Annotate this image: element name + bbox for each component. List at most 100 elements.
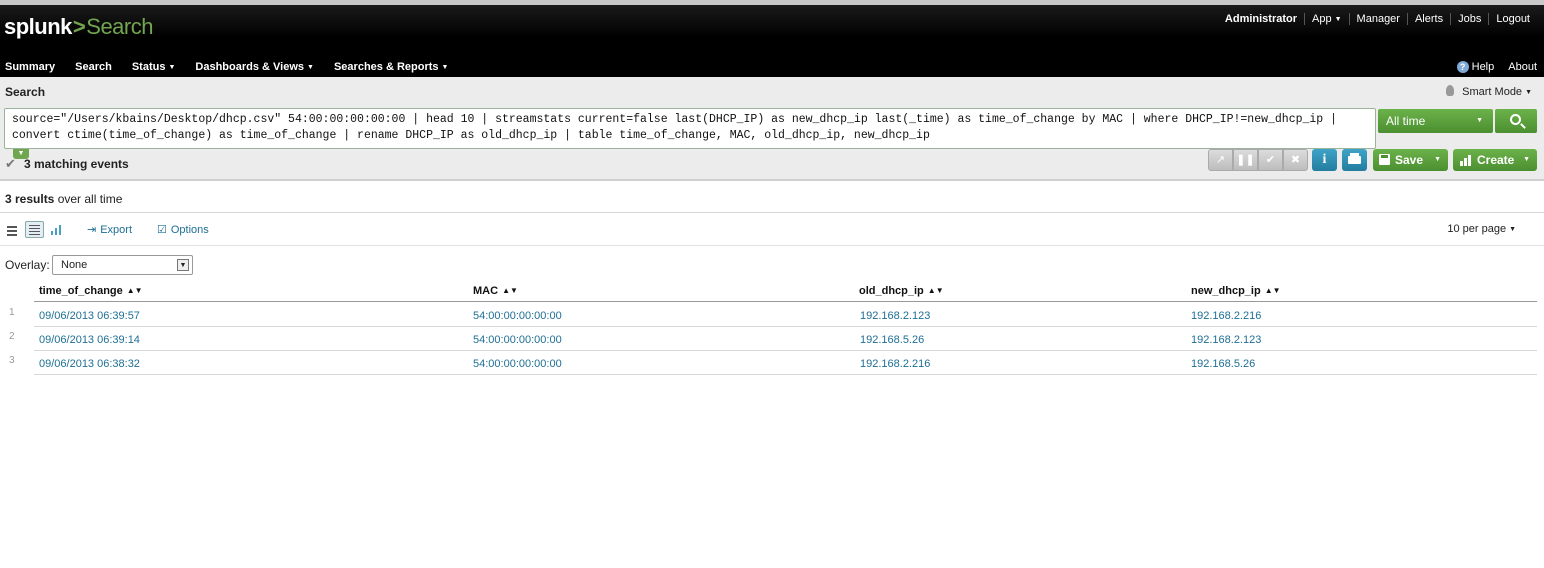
- logout-link[interactable]: Logout: [1488, 13, 1537, 25]
- nav-searches-label: Searches & Reports: [333, 61, 439, 73]
- cell-new-dhcp-ip[interactable]: 192.168.2.216: [1191, 310, 1261, 322]
- search-mode-selector[interactable]: Smart Mode ▼: [1446, 85, 1532, 98]
- sort-icon: ▲▼: [927, 286, 944, 295]
- save-button[interactable]: Save ▼: [1373, 149, 1448, 171]
- column-header-new-dhcp-ip[interactable]: new_dhcp_ip ▲▼: [1191, 285, 1281, 297]
- cell-new-dhcp-ip[interactable]: 192.168.5.26: [1191, 358, 1255, 370]
- search-query-input[interactable]: source="/Users/kbains/Desktop/dhcp.csv" …: [4, 108, 1376, 149]
- column-header-label: MAC: [473, 285, 499, 297]
- per-page-selector[interactable]: 10 per page ▼: [1447, 223, 1516, 235]
- cell-mac[interactable]: 54:00:00:00:00:00: [473, 334, 562, 346]
- edit-checkbox-icon: ☑: [157, 224, 167, 236]
- table-view-icon[interactable]: [25, 221, 44, 238]
- per-page-label: 10 per page: [1447, 223, 1507, 235]
- export-icon: ⇥: [87, 224, 97, 236]
- chevron-down-icon: ▼: [307, 63, 314, 71]
- brand-separator: >: [72, 14, 86, 39]
- cell-mac[interactable]: 54:00:00:00:00:00: [473, 358, 562, 370]
- options-link[interactable]: ☑ Options: [157, 223, 209, 236]
- export-label: Export: [100, 224, 133, 236]
- cell-new-dhcp-ip[interactable]: 192.168.2.123: [1191, 334, 1261, 346]
- sort-icon: ▲▼: [126, 286, 143, 295]
- nav-status-label: Status: [131, 61, 166, 73]
- chart-view-icon[interactable]: [49, 222, 67, 238]
- checkmark-icon: ✔: [5, 156, 16, 171]
- column-header-label: old_dhcp_ip: [859, 285, 924, 297]
- cell-time-of-change[interactable]: 09/06/2013 06:38:32: [39, 358, 140, 370]
- save-label: Save: [1395, 153, 1424, 167]
- nav-search[interactable]: Search: [75, 61, 112, 73]
- cancel-button[interactable]: ✖: [1283, 149, 1308, 171]
- search-button[interactable]: [1495, 109, 1537, 133]
- chevron-down-icon: ▼: [177, 259, 189, 271]
- cell-old-dhcp-ip[interactable]: 192.168.2.216: [860, 358, 930, 370]
- nav-searches-reports[interactable]: Searches & Reports ▼: [334, 61, 448, 73]
- row-number: 2: [9, 331, 15, 342]
- administrator-link[interactable]: Administrator: [1218, 13, 1304, 25]
- bar-chart-icon: [1460, 155, 1472, 166]
- job-controls: ↗ ❚❚ ✔ ✖: [1208, 149, 1308, 171]
- print-button[interactable]: [1342, 149, 1367, 171]
- results-summary: 3 results over all time: [5, 192, 122, 206]
- finalize-button[interactable]: ✔: [1258, 149, 1283, 171]
- cell-time-of-change[interactable]: 09/06/2013 06:39:14: [39, 334, 140, 346]
- create-button[interactable]: Create ▼: [1453, 149, 1537, 171]
- cell-old-dhcp-ip[interactable]: 192.168.5.26: [860, 334, 924, 346]
- results-toolbar: ⇥ Export ☑ Options 10 per page ▼: [0, 219, 1544, 241]
- nav-right: ? Help About: [1443, 61, 1537, 73]
- column-header-label: time_of_change: [39, 285, 123, 297]
- column-header-mac[interactable]: MAC ▲▼: [473, 285, 518, 297]
- list-view-icon[interactable]: [5, 222, 23, 238]
- results-range: over all time: [54, 192, 123, 206]
- app-menu[interactable]: App ▼: [1304, 13, 1349, 25]
- chevron-down-icon: ▼: [441, 63, 449, 71]
- search-panel: Search Smart Mode ▼ source="/Users/kbains…: [0, 77, 1544, 181]
- job-status-row: ✔ ▼ 3 matching events ↗ ❚❚ ✔ ✖ i Save ▼ …: [0, 149, 1544, 179]
- create-label: Create: [1477, 153, 1515, 167]
- jobs-link[interactable]: Jobs: [1450, 13, 1488, 25]
- column-header-label: new_dhcp_ip: [1191, 285, 1261, 297]
- search-mode-label: Smart Mode: [1462, 86, 1523, 98]
- chevron-down-icon: ▼: [1525, 88, 1532, 96]
- nav-summary[interactable]: Summary: [5, 61, 55, 73]
- time-range-picker[interactable]: All time ▼: [1378, 109, 1493, 133]
- nav-dashboards-views[interactable]: Dashboards & Views ▼: [195, 61, 314, 73]
- cell-old-dhcp-ip[interactable]: 192.168.2.123: [860, 310, 930, 322]
- table-row: 3 09/06/2013 06:38:32 54:00:00:00:00:00 …: [0, 351, 1544, 375]
- results-count: 3 results: [5, 192, 55, 206]
- cell-time-of-change[interactable]: 09/06/2013 06:39:57: [39, 310, 140, 322]
- help-link[interactable]: ? Help: [1456, 61, 1494, 73]
- nav-dashboards-label: Dashboards & Views: [195, 61, 305, 73]
- help-icon: ?: [1456, 61, 1469, 73]
- chevron-down-icon: ▼: [168, 63, 176, 71]
- export-link[interactable]: ⇥ Export: [87, 223, 132, 236]
- top-links: Administrator App ▼ Manager Alerts Jobs L…: [1218, 13, 1537, 25]
- overlay-selected-value: None: [61, 259, 88, 271]
- divider: [0, 245, 1544, 246]
- pause-button[interactable]: ❚❚: [1233, 149, 1258, 171]
- search-label: Search: [5, 85, 46, 99]
- overlay-select[interactable]: None ▼: [52, 255, 193, 275]
- time-range-label: All time: [1386, 114, 1426, 128]
- app-menu-label: App: [1312, 13, 1332, 25]
- manager-link[interactable]: Manager: [1348, 13, 1407, 25]
- lightbulb-icon: [1446, 85, 1455, 96]
- job-inspector-button[interactable]: i: [1312, 149, 1337, 171]
- nav-status[interactable]: Status ▼: [132, 61, 176, 73]
- column-header-time-of-change[interactable]: time_of_change ▲▼: [39, 285, 143, 297]
- splunk-logo[interactable]: splunk>Search: [4, 14, 153, 40]
- overlay-label: Overlay:: [5, 258, 50, 272]
- table-header: time_of_change ▲▼ MAC ▲▼ old_dhcp_ip ▲▼ new…: [34, 281, 1537, 302]
- cell-mac[interactable]: 54:00:00:00:00:00: [473, 310, 562, 322]
- alerts-link[interactable]: Alerts: [1406, 13, 1450, 25]
- send-to-background-button[interactable]: ↗: [1208, 149, 1233, 171]
- save-icon: [1379, 154, 1390, 165]
- table-row: 2 09/06/2013 06:39:14 54:00:00:00:00:00 …: [0, 327, 1544, 351]
- search-icon: [1510, 114, 1521, 125]
- column-header-old-dhcp-ip[interactable]: old_dhcp_ip ▲▼: [859, 285, 944, 297]
- chevron-down-icon: ▼: [1509, 225, 1516, 233]
- app-name: Search: [86, 14, 153, 39]
- about-link[interactable]: About: [1508, 61, 1537, 73]
- chevron-down-icon: ▼: [1334, 15, 1342, 23]
- row-divider: [34, 374, 1537, 375]
